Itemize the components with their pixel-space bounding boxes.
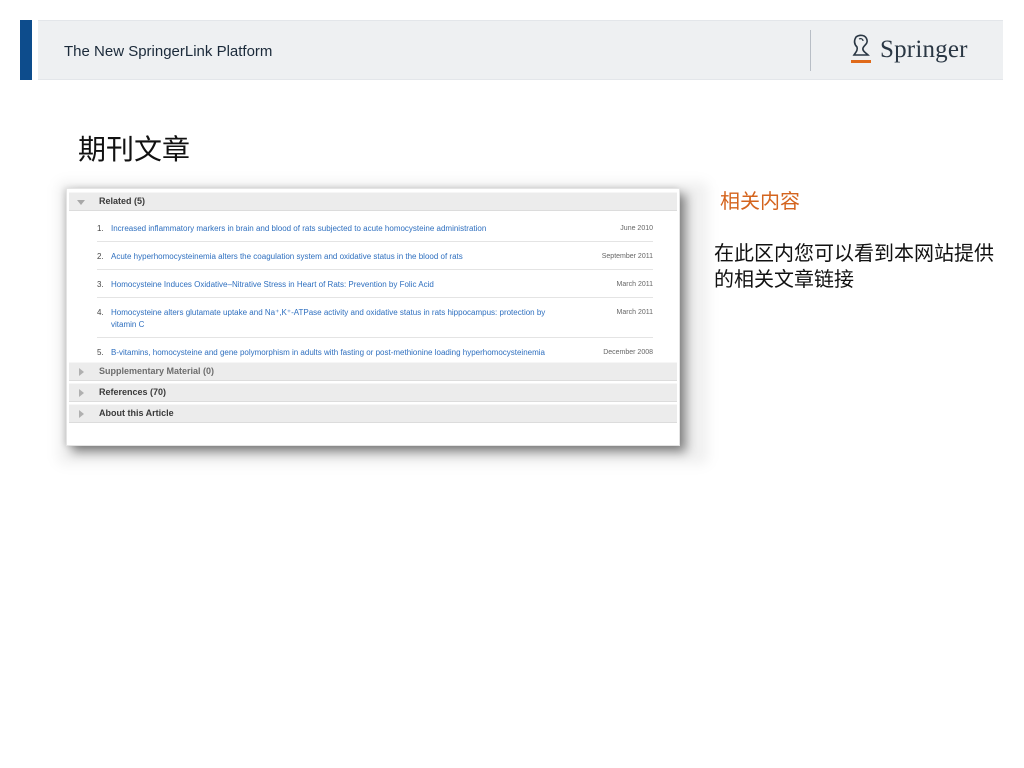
slide-heading: 期刊文章 xyxy=(78,133,191,166)
related-article-link[interactable]: Increased inflammatory markers in brain … xyxy=(111,223,569,235)
springer-logo: Springer xyxy=(848,32,968,68)
related-article-link[interactable]: B-vitamins, homocysteine and gene polymo… xyxy=(111,347,569,359)
springer-wordmark: Springer xyxy=(880,36,968,63)
header-accent-bar xyxy=(20,20,32,80)
item-date: December 2008 xyxy=(603,349,653,356)
about-section-header[interactable]: About this Article xyxy=(69,404,677,423)
references-section-header[interactable]: References (70) xyxy=(69,383,677,402)
header-bar: The New SpringerLink Platform Springer xyxy=(38,20,1003,80)
related-article-link[interactable]: Homocysteine Induces Oxidative–Nitrative… xyxy=(111,279,569,291)
item-number: 1. xyxy=(97,224,104,233)
related-label: Related (5) xyxy=(99,196,146,206)
item-number: 3. xyxy=(97,280,104,289)
item-number: 5. xyxy=(97,348,104,357)
supplementary-label: Supplementary Material (0) xyxy=(99,366,215,376)
related-item: 3. Homocysteine Induces Oxidative–Nitrat… xyxy=(97,277,653,298)
related-section-header[interactable]: Related (5) xyxy=(69,192,677,211)
references-label: References (70) xyxy=(99,387,167,397)
expand-right-icon xyxy=(79,389,84,397)
expand-down-icon xyxy=(77,200,85,205)
expand-right-icon xyxy=(79,368,84,376)
item-number: 4. xyxy=(97,308,104,317)
supplementary-section-header[interactable]: Supplementary Material (0) xyxy=(69,362,677,381)
related-item: 2. Acute hyperhomocysteinemia alters the… xyxy=(97,249,653,270)
about-label: About this Article xyxy=(99,408,174,418)
note-body: 在此区内您可以看到本网站提供的相关文章链接 xyxy=(714,241,994,291)
item-number: 2. xyxy=(97,252,104,261)
header-title: The New SpringerLink Platform xyxy=(64,43,273,60)
related-item: 4. Homocysteine alters glutamate uptake … xyxy=(97,305,653,338)
header-divider xyxy=(810,30,811,71)
note-title: 相关内容 xyxy=(720,189,800,213)
item-date: September 2011 xyxy=(601,253,653,260)
item-date: March 2011 xyxy=(616,309,653,316)
related-item: 1. Increased inflammatory markers in bra… xyxy=(97,221,653,242)
related-article-link[interactable]: Homocysteine alters glutamate uptake and… xyxy=(111,307,569,331)
springer-horse-icon xyxy=(851,34,871,63)
related-list: 1. Increased inflammatory markers in bra… xyxy=(97,221,653,372)
related-article-link[interactable]: Acute hyperhomocysteinemia alters the co… xyxy=(111,251,569,263)
item-date: March 2011 xyxy=(616,281,653,288)
item-date: June 2010 xyxy=(620,225,653,232)
expand-right-icon xyxy=(79,410,84,418)
article-screenshot: Related (5) 1. Increased inflammatory ma… xyxy=(66,188,680,446)
